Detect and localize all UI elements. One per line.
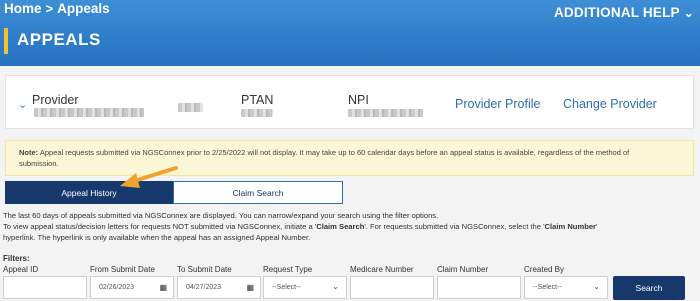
npi-label: NPI [348,93,369,107]
appeal-id-label: Appeal ID [3,265,39,274]
description-line3: hyperlink. The hyperlink is only availab… [3,233,311,242]
chevron-down-icon: ⌄ [332,282,339,291]
medicare-number-input[interactable] [350,276,434,299]
created-by-select[interactable]: --Select-- ⌄ [524,276,608,299]
medicare-number-label: Medicare Number [350,265,414,274]
search-button[interactable]: Search [613,276,685,300]
description-line2-post: ' [596,222,598,231]
description-line1: The last 60 days of appeals submitted vi… [3,211,439,220]
additional-help-menu[interactable]: ADDITIONAL HELP ⌄ [554,5,694,20]
from-date-input[interactable]: 02/26/2023 ▦ [90,276,174,299]
page-title: APPEALS [17,30,101,49]
from-date-value: 02/26/2023 [99,284,135,291]
description-line2-mid: '. For requests submitted via NGSConnex,… [364,222,545,231]
provider-card: ⌄ Provider PTAN NPI Provider Profile Cha… [5,75,694,129]
description-line2-pre: To view appeal status/decision letters f… [3,222,317,231]
appeals-description: The last 60 days of appeals submitted vi… [3,210,698,243]
created-by-label: Created By [524,265,565,274]
request-type-label: Request Type [263,265,313,274]
note-line1: Appeal requests submitted via NGSConnex … [39,148,630,157]
calendar-icon[interactable]: ▦ [159,283,167,292]
claim-number-input[interactable] [437,276,521,299]
redacted-ptan-value [241,109,273,117]
from-date-label: From Submit Date [90,265,155,274]
note-lead: Note: [19,148,39,157]
tab-appeal-history[interactable]: Appeal History [5,181,173,204]
change-provider-link[interactable]: Change Provider [563,97,657,111]
to-date-label: To Submit Date [177,265,232,274]
breadcrumb-current: Appeals [57,1,110,16]
claim-number-label: Claim Number [437,265,489,274]
request-type-select[interactable]: --Select-- ⌄ [263,276,347,299]
note-line2: submission. [19,159,59,168]
calendar-icon[interactable]: ▦ [246,283,254,292]
description-claim-search: Claim Search [316,222,365,231]
additional-help-label: ADDITIONAL HELP [553,5,680,20]
description-claim-number: Claim Number [544,222,597,231]
provider-profile-link[interactable]: Provider Profile [455,97,540,111]
tab-claim-search[interactable]: Claim Search [173,181,343,204]
filters-label: Filters: [3,254,30,263]
provider-label: Provider [32,93,79,107]
chevron-down-icon: ⌄ [593,282,600,291]
redacted-provider-name [34,108,144,117]
chevron-down-icon: ⌄ [683,5,694,20]
created-by-value: --Select-- [533,284,562,291]
request-type-value: --Select-- [272,284,301,291]
breadcrumb-home[interactable]: Home [4,1,42,16]
note-banner: Note: Appeal requests submitted via NGSC… [5,140,694,176]
redacted-provider-detail [178,103,203,112]
title-accent-bar [4,28,8,54]
breadcrumb-separator: > [45,1,54,16]
chevron-down-icon[interactable]: ⌄ [18,98,27,111]
ptan-label: PTAN [241,93,274,107]
redacted-npi-value [348,109,423,117]
breadcrumb: Home > Appeals [4,1,110,16]
to-date-input[interactable]: 04/27/2023 ▦ [177,276,261,299]
to-date-value: 04/27/2023 [186,284,222,291]
appeal-id-input[interactable] [3,276,87,299]
